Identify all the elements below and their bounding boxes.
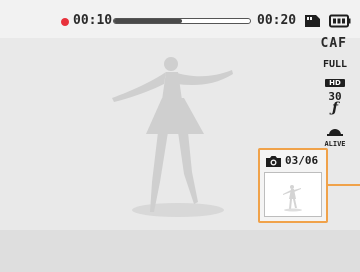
bottom-bar	[0, 230, 360, 272]
camera-icon	[266, 156, 281, 167]
status-bar: 00:10 00:20	[0, 0, 360, 38]
callout-line	[328, 184, 360, 186]
recording-progress-fill	[114, 19, 182, 23]
frame-rate-icon: 30 ƒ	[322, 91, 348, 116]
resolution-label: FULL	[322, 59, 348, 70]
alive-label: ALIVE	[324, 140, 346, 148]
dancer-silhouette-icon	[112, 57, 233, 217]
recording-progress-bar	[113, 18, 251, 24]
focus-mode-label: CAF	[320, 36, 347, 51]
capture-count: 03/06	[285, 154, 319, 167]
capture-thumbnail	[264, 172, 322, 217]
memory-card-icon	[305, 15, 320, 27]
camera-screen: 00:10 00:20 CAF FULL HD 30 ƒ ALIVE 03/06	[0, 0, 360, 272]
frame-rate-glyph: ƒ	[331, 100, 339, 116]
battery-icon	[329, 14, 351, 28]
elapsed-time: 00:10	[73, 13, 113, 28]
alive-dome-icon	[327, 129, 343, 136]
recording-indicator	[61, 18, 69, 26]
capture-counter-panel: 03/06	[258, 148, 328, 223]
total-time: 00:20	[257, 13, 297, 28]
resolution-badge: HD	[325, 79, 345, 87]
resolution-icon: FULL HD	[322, 60, 348, 89]
alive-mode-icon: ALIVE	[322, 121, 348, 148]
thumbnail-dancer-icon	[283, 185, 302, 212]
